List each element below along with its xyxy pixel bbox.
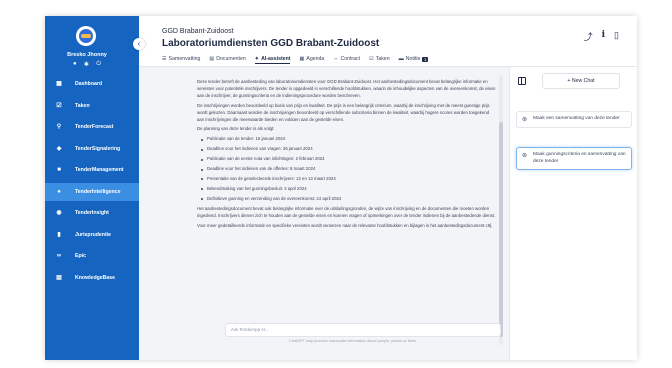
signal-icon: ◆ [56,145,62,152]
response-paragraph: De inschrijvingen worden beoordeeld op b… [197,102,490,122]
new-chat-button[interactable]: + New Chat [542,73,620,89]
response-paragraph: Voor meer gedetailleerde informatie en s… [197,222,493,228]
tab-taken[interactable]: ☑ Taken [369,54,390,64]
chat-history-panel: + New Chat ⊚ Maak een samenvatting van de… [509,67,637,360]
sidebar-item-label: TenderForecast [75,124,114,130]
sidebar-item-dashboard[interactable]: ▦ Dashboard [45,75,139,93]
summary-icon: ☰ [162,56,167,62]
response-paragraph: Het aanbestedingsdocument bevat ook bela… [197,205,496,218]
tab-label: Notitie [405,56,421,62]
tab-agenda[interactable]: ▦ Agenda [299,54,324,64]
chat-title: Maak gunningscriteria en samenvatting va… [533,152,626,164]
chat-icon: ⊚ [522,153,528,159]
sidebar: Bresko Jhonny ● ✱ ⏻ ▦ Dashboard ☑ Taken ⚲ Ten… [45,16,139,360]
planning-item: Publicatie van de tender: 16 januari 202… [201,136,497,143]
tab-label: Contract [340,56,361,62]
sidebar-item-epic[interactable]: ∞ Epic [45,247,139,265]
chat-title: Maak een samenvatting van deze tender [533,116,620,121]
response-paragraph: Deze tender betreft de aanbesteding van … [197,79,496,98]
ai-response: Deze tender betreft de aanbesteding van … [197,79,497,232]
sidebar-item-label: Jurisprudentie [75,231,112,238]
sidebar-item-label: Dashboard [75,81,103,87]
page-title: Laboratoriumdiensten GGD Brabant-Zuidoos… [162,38,380,49]
notification-badge: 1 [422,56,428,62]
app-window: Bresko Jhonny ● ✱ ⏻ ▦ Dashboard ☑ Taken ⚲ Ten… [45,16,637,360]
sidebar-item-tenderintelligence[interactable]: ● TenderIntelligence [45,182,139,201]
forecast-icon: ⚲ [56,124,62,130]
logo[interactable] [76,26,96,46]
calendar-icon: ▦ [299,56,305,62]
tab-notitie[interactable]: ▬ Notitie 1 [399,54,428,64]
tab-ai-assistent[interactable]: ✦ AI-assistent [254,54,291,64]
person-icon[interactable]: ● [73,61,77,68]
sidebar-item-label: TenderInsight [75,210,109,216]
tab-label: Agenda [306,56,325,62]
sidebar-item-taken[interactable]: ☑ Taken [45,97,139,115]
sidebar-item-knowledgebase[interactable]: ▤ KnowledgeBase [45,269,139,287]
chat-history-item[interactable]: ⊚ Maak gunningscriteria en samenvatting v… [516,147,632,170]
share-icon[interactable]: ⤴ [584,30,593,43]
planning-intro: De planning van deze tender is als volgt… [197,126,275,132]
sidebar-toggle-icon[interactable] [518,77,526,85]
tab-label: AI-assistent [261,55,291,62]
lightbulb-icon: ● [57,188,61,195]
tab-bar: ☰ Samenvatting ▤ Documenten ✦ AI-assistent ▦ Ag… [162,54,428,64]
tab-label: Documenten [216,56,246,62]
dashboard-icon: ▦ [56,81,62,87]
tab-label: Samenvatting [168,56,201,62]
sidebar-item-jurisprudentie[interactable]: ▮ Jurisprudentie [45,226,139,244]
user-icons: ● ✱ ⏻ [73,61,101,68]
contract-icon: ⇔ [333,56,339,62]
eye-icon: ◉ [56,210,62,216]
ai-icon: ✦ [254,55,260,62]
sidebar-item-label: TenderManagement [75,167,124,173]
sidebar-item-tenderinsight[interactable]: ◉ TenderInsight [45,204,139,222]
planning-list: Publicatie van de tender: 16 januari 202… [201,136,497,202]
collapse-sidebar-button[interactable]: ‹ [133,38,145,50]
planning-item: Bekendmaking van het gunningsbesluit: 3 … [201,186,497,193]
user-name: Bresko Jhonny [67,52,107,58]
sidebar-item-tendermanagement[interactable]: ■ TenderManagement [45,161,139,179]
tab-samenvatting[interactable]: ☰ Samenvatting [162,54,200,64]
sidebar-item-label: TenderIntelligence [75,188,121,195]
planning-item: Deadline voor het indienen van vragen: 2… [201,146,497,153]
header-subtitle: GGD Brabant-Zuidoost [162,28,234,35]
header-actions: ⤴ i ▯ [584,30,619,43]
sidebar-item-tendersignalering[interactable]: ◆ TenderSignalering [45,140,139,158]
tab-contract[interactable]: ⇔ Contract [333,54,360,64]
tasks-icon: ☑ [56,102,62,109]
document-icon[interactable]: ▯ [614,30,619,43]
info-icon[interactable]: i [602,30,605,43]
note-icon: ▬ [398,56,404,62]
planning-item: Presentatie van de geselecteerde inschri… [201,176,497,183]
disclaimer: ChatGPT may produce inaccurate informati… [289,339,417,343]
chat-input[interactable]: Ask TenderApp AI... [225,323,501,337]
gear-icon[interactable]: ✱ [84,61,89,68]
sidebar-item-tenderforecast[interactable]: ⚲ TenderForecast [45,118,139,136]
folder-icon: ■ [57,167,61,173]
tab-label: Taken [375,56,390,62]
scrollbar-thumb[interactable] [499,122,503,337]
ai-chat-panel: Deze tender betreft de aanbesteding van … [139,67,521,360]
chat-history-item[interactable]: ⊚ Maak een samenvatting van deze tender [516,111,632,128]
tab-documenten[interactable]: ▤ Documenten [209,54,245,64]
law-icon: ▮ [57,231,61,238]
infinity-icon: ∞ [56,253,62,259]
tasks-icon: ☑ [369,56,374,62]
documents-icon: ▤ [209,56,215,62]
power-icon[interactable]: ⏻ [96,61,101,68]
chat-icon: ⊚ [522,117,528,123]
sidebar-item-label: TenderSignalering [75,145,121,152]
sidebar-item-label: KnowledgeBase [75,274,116,281]
sidebar-item-label: Taken [75,102,90,109]
sidebar-item-label: Epic [75,253,86,259]
book-icon: ▤ [56,274,62,281]
planning-item: Publicatie van de eerste nota van inlich… [201,156,497,163]
planning-item: Deadline voor het indienen van de offert… [201,166,497,173]
planning-item: Definitieve gunning en verzending van de… [201,196,497,203]
